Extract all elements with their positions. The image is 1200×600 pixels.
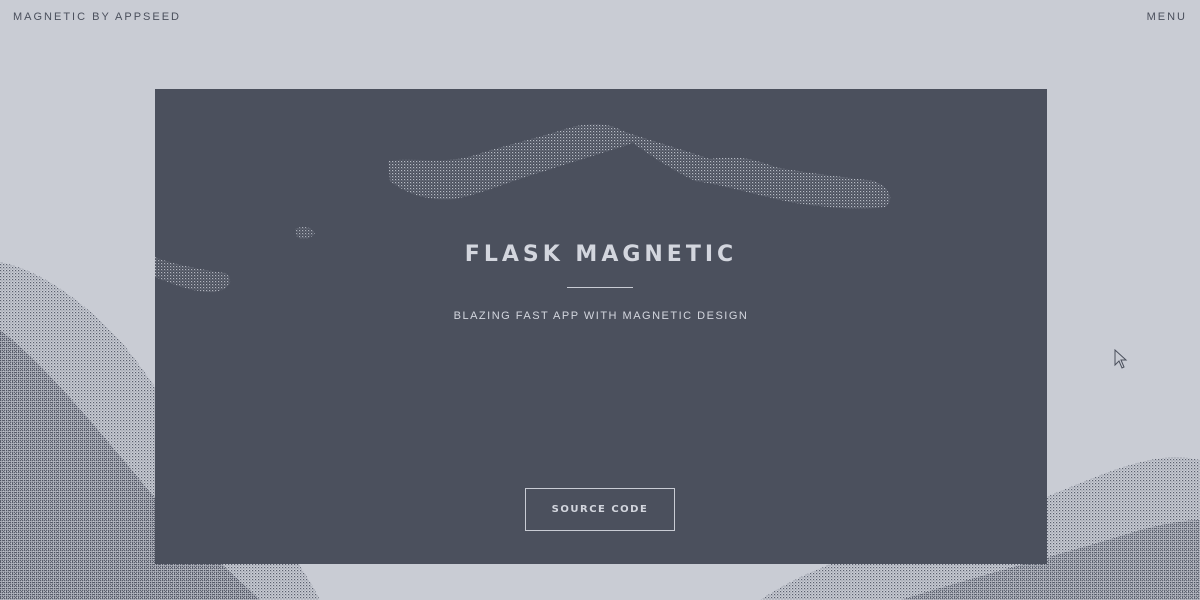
hero-subtitle: BLAZING FAST APP WITH MAGNETIC DESIGN (453, 310, 749, 322)
page: MAGNETIC BY APPSEED MENU FLASK MAGNETIC … (0, 0, 1200, 600)
hero-panel: FLASK MAGNETIC BLAZING FAST APP WITH MAG… (155, 89, 1047, 564)
hero-title: FLASK MAGNETIC (464, 242, 738, 267)
brand-logo-text[interactable]: MAGNETIC BY APPSEED (13, 11, 181, 23)
title-divider (567, 287, 633, 288)
top-navigation-bar: MAGNETIC BY APPSEED MENU (0, 0, 1200, 34)
mouse-pointer-icon (1114, 349, 1128, 369)
menu-button[interactable]: MENU (1147, 11, 1187, 23)
source-code-button[interactable]: SOURCE CODE (525, 488, 675, 531)
